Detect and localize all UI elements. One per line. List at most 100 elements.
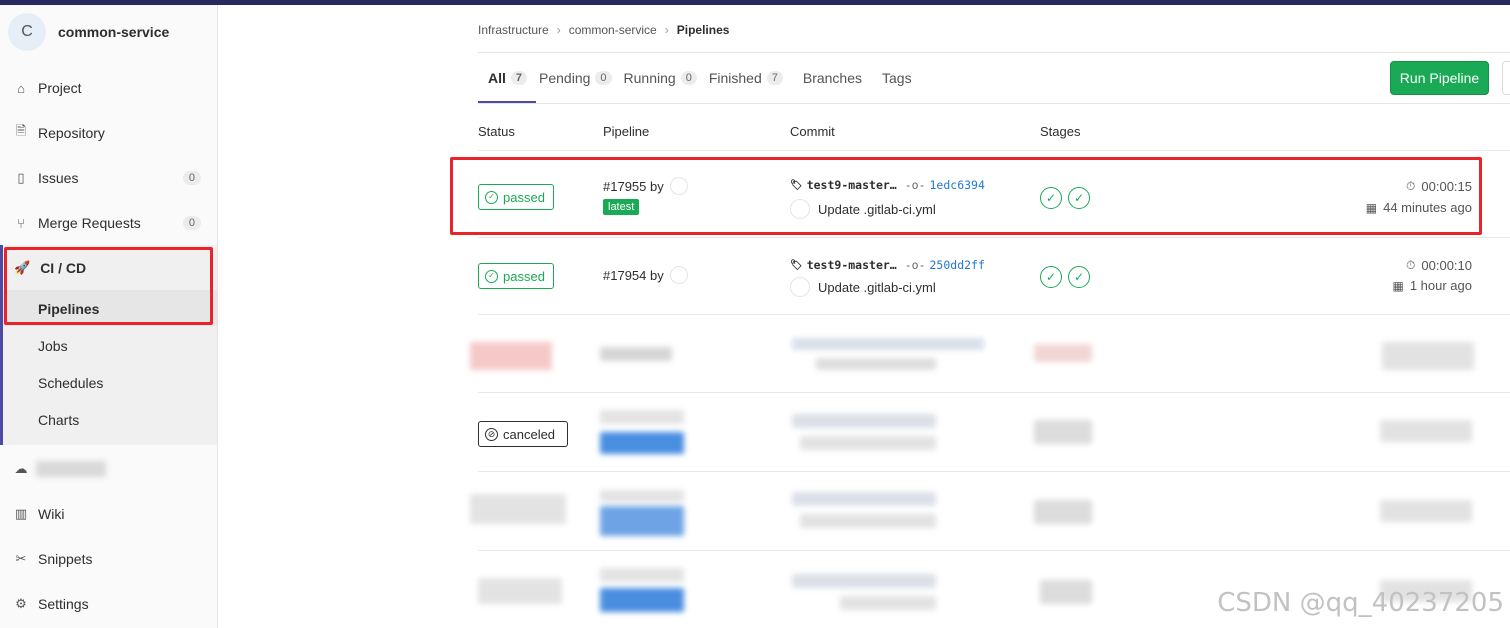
stage-passed-icon[interactable]: ✓ (1068, 266, 1090, 288)
sidebar-item-label: Issues (38, 170, 79, 186)
blurred-commit-title (800, 436, 936, 450)
blurred-label (36, 461, 106, 477)
tab-count: 7 (510, 71, 528, 85)
blurred-timing (1380, 500, 1472, 522)
tab-label: Finished (708, 70, 762, 86)
sidebar-subitem-jobs[interactable]: Jobs (38, 338, 68, 354)
tab-count: 0 (595, 71, 612, 85)
tab-count: 0 (680, 71, 697, 85)
more-button[interactable] (1502, 61, 1510, 95)
blurred-pipeline-id (600, 347, 672, 361)
commit-title[interactable]: Update .gitlab-ci.yml (790, 277, 936, 297)
blurred-pipeline-id (600, 410, 684, 424)
tab-label: Branches (802, 70, 863, 86)
home-icon: ⌂ (17, 80, 25, 96)
tab-tags[interactable]: Tags (882, 66, 912, 90)
sidebar-item-issues[interactable]: ▯ Issues 0 (0, 158, 217, 198)
sidebar-item-settings[interactable]: ⚙ Settings (0, 584, 217, 624)
divider (478, 150, 1510, 151)
tab-finished[interactable]: Finished 7 (709, 66, 783, 90)
tab-label: Running (623, 70, 676, 86)
run-pipeline-button[interactable]: Run Pipeline (1390, 61, 1489, 95)
column-header-pipeline: Pipeline (603, 124, 650, 139)
blurred-stages (1040, 580, 1092, 604)
breadcrumb-item[interactable]: common-service (569, 23, 657, 37)
watermark: CSDN @qq_40237205 (1217, 588, 1504, 618)
project-avatar: C (8, 13, 46, 51)
tab-running[interactable]: Running 0 (624, 66, 697, 90)
tab-pending[interactable]: Pending 0 (539, 66, 612, 90)
pipeline-duration: ⏱ 00:00:10 (1300, 258, 1472, 273)
column-header-commit: Commit (790, 124, 835, 139)
blurred-status-badge[interactable] (470, 494, 566, 524)
issues-count: 0 (182, 171, 201, 185)
pipeline-id: #17954 by (603, 267, 664, 283)
sidebar-subitem-charts[interactable]: Charts (38, 412, 79, 428)
blurred-pipeline-badge (600, 506, 684, 536)
blurred-commit-ref (792, 574, 936, 588)
breadcrumb-current[interactable]: Pipelines (677, 23, 730, 37)
divider (478, 392, 1510, 393)
calendar-icon: ▦ (1392, 278, 1404, 293)
stage-passed-icon[interactable]: ✓ (1040, 266, 1062, 288)
blurred-status-badge[interactable] (478, 578, 562, 604)
commit-message: Update .gitlab-ci.yml (818, 279, 936, 295)
divider (478, 237, 1510, 238)
pipeline-finished: ▦ 1 hour ago (1300, 278, 1472, 293)
commit-ref[interactable]: 🏷 test9-master… -o- 250dd2ff (790, 258, 985, 272)
sidebar-item-merge-requests[interactable]: ⑂ Merge Requests 0 (0, 203, 217, 243)
sidebar-item-label: Merge Requests (38, 215, 141, 231)
sidebar-subitem-schedules[interactable]: Schedules (38, 375, 103, 391)
column-header-stages: Stages (1040, 124, 1081, 139)
timer-icon: ⏱ (1406, 258, 1416, 272)
sidebar-item-blurred[interactable]: ☁ (0, 449, 217, 489)
sidebar-item-project[interactable]: ⌂ Project (0, 68, 217, 108)
blurred-stages (1034, 500, 1092, 524)
tab-label: Tags (882, 70, 912, 86)
sidebar-item-label: Project (38, 80, 82, 96)
avatar (790, 277, 810, 297)
blurred-commit-title (800, 514, 936, 528)
gear-icon: ⚙ (15, 596, 27, 611)
status-label: canceled (503, 426, 556, 442)
status-label: passed (503, 268, 545, 284)
divider (478, 52, 1510, 53)
tab-all[interactable]: All 7 (488, 66, 528, 90)
highlight-box-ci-cd (4, 247, 213, 325)
merge-icon: ⑂ (17, 215, 25, 231)
status-badge-canceled[interactable]: ⊘ canceled (478, 421, 568, 447)
blurred-pipeline-badge (600, 588, 684, 612)
blurred-pipeline-id (600, 490, 684, 502)
tab-label: All (488, 70, 506, 86)
divider (478, 103, 1510, 104)
blurred-commit-title (816, 358, 936, 370)
sidebar-item-label: Settings (38, 596, 89, 612)
pipeline-tabs: All 7 Pending 0 Running 0 Finished 7 Bra… (478, 66, 924, 90)
blurred-stages (1034, 420, 1092, 444)
blurred-timing (1382, 342, 1474, 370)
commit-icon: -o- (904, 258, 926, 272)
status-badge-passed[interactable]: ✓ passed (478, 263, 554, 289)
divider (478, 471, 1510, 472)
sidebar-item-wiki[interactable]: ▥ Wiki (0, 494, 217, 534)
sidebar-item-label: Snippets (38, 551, 93, 567)
tab-count: 7 (766, 71, 783, 85)
tab-branches[interactable]: Branches (803, 66, 862, 90)
blurred-pipeline-badge (600, 432, 684, 454)
project-header[interactable]: C common-service (8, 13, 169, 51)
book-icon: ▥ (14, 506, 28, 521)
commit-sha[interactable]: 250dd2ff (930, 258, 985, 272)
breadcrumb-item[interactable]: Infrastructure (478, 23, 549, 37)
pipeline-id-link[interactable]: #17954 by (603, 266, 688, 284)
divider (478, 314, 1510, 315)
sidebar-item-label: Repository (38, 125, 105, 141)
sidebar-item-snippets[interactable]: ✂ Snippets (0, 539, 217, 579)
blurred-stages (1034, 344, 1092, 362)
sidebar-item-label: Wiki (38, 506, 65, 522)
file-icon: 🗎 (15, 123, 27, 138)
column-header-status: Status (478, 124, 515, 139)
sidebar-item-repository[interactable]: 🗎 Repository (0, 113, 217, 153)
project-name: common-service (58, 24, 170, 40)
blurred-status-badge[interactable] (470, 342, 552, 370)
check-circle-icon: ✓ (485, 269, 498, 283)
